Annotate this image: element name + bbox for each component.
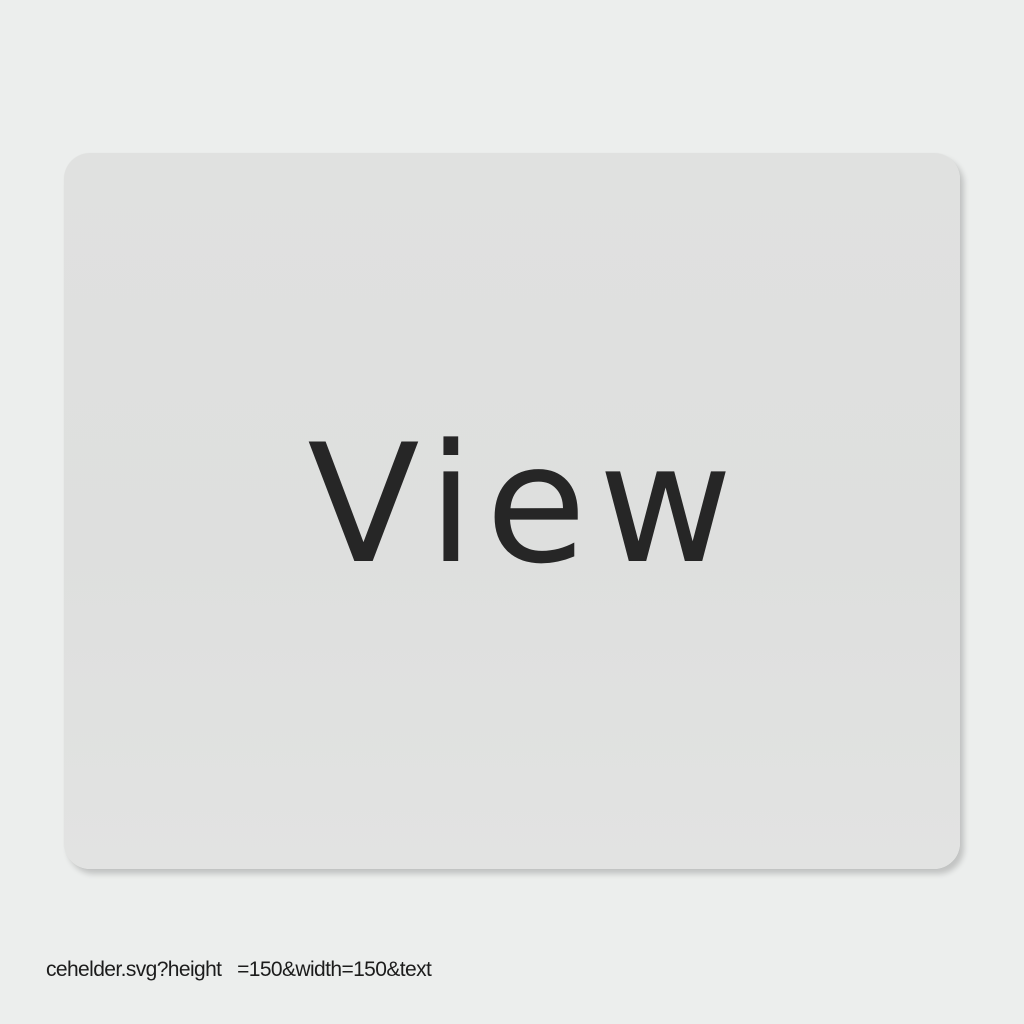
placeholder-image: View [64,153,960,869]
page: View cehelder.svg?height =150&width=150&… [0,0,1024,1024]
image-url-caption: cehelder.svg?height =150&width=150&text [46,958,432,981]
placeholder-label: View [307,409,745,600]
